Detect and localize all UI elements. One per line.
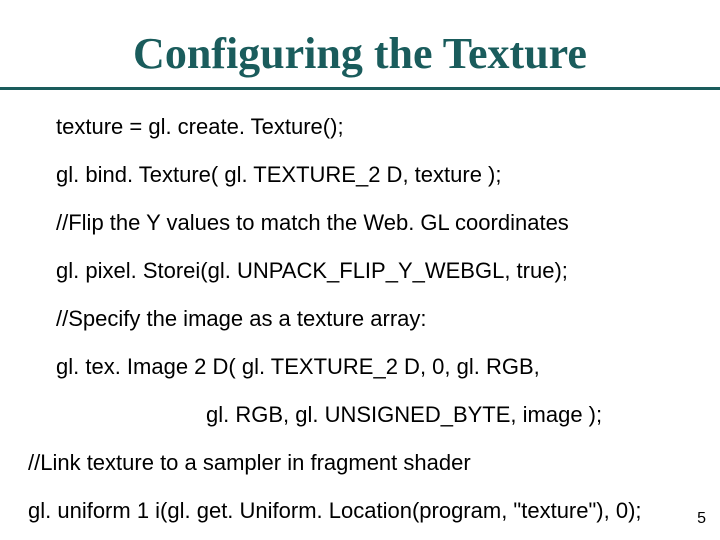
code-line: gl. RGB, gl. UNSIGNED_BYTE, image ); [56,402,720,428]
code-line: gl. bind. Texture( gl. TEXTURE_2 D, text… [56,162,720,188]
code-line: gl. tex. Image 2 D( gl. TEXTURE_2 D, 0, … [56,354,720,380]
page-number: 5 [697,510,706,528]
code-line: //Flip the Y values to match the Web. GL… [56,210,720,236]
code-line: //Specify the image as a texture array: [56,306,720,332]
code-line: texture = gl. create. Texture(); [56,114,720,140]
code-line: gl. pixel. Storei(gl. UNPACK_FLIP_Y_WEBG… [56,258,720,284]
code-content-bottom: //Link texture to a sampler in fragment … [0,450,720,524]
code-content: texture = gl. create. Texture(); gl. bin… [0,90,720,428]
code-line: gl. uniform 1 i(gl. get. Uniform. Locati… [28,498,720,524]
slide-title: Configuring the Texture [0,0,720,87]
code-line: //Link texture to a sampler in fragment … [28,450,720,476]
